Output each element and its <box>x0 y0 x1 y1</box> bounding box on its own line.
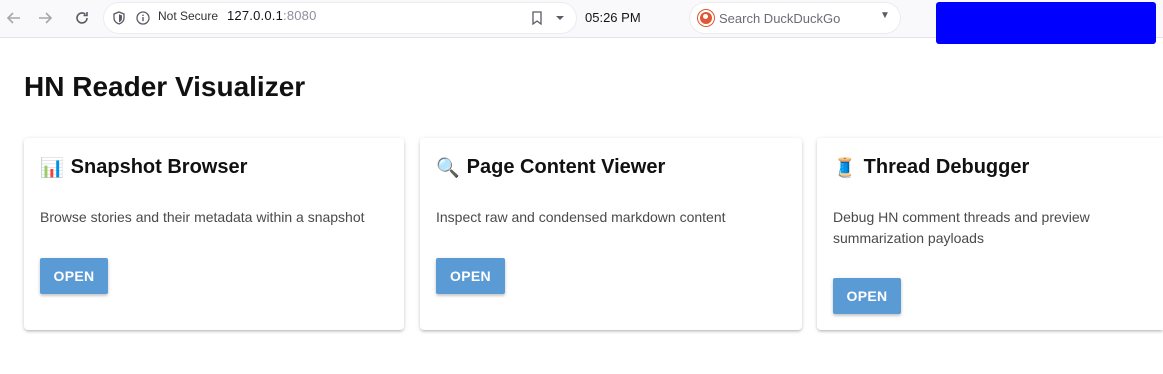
card-description: Inspect raw and condensed markdown conte… <box>436 209 726 225</box>
open-thread-debugger-button[interactable]: OPEN <box>833 278 901 314</box>
magnifier-icon: 🔍 <box>436 157 460 179</box>
bar-chart-icon: 📊 <box>40 157 64 179</box>
page-title: HN Reader Visualizer <box>24 71 306 102</box>
search-placeholder: Search DuckDuckGo <box>719 11 841 26</box>
card-snapshot-browser: 📊 Snapshot Browser Browse stories and th… <box>24 138 404 330</box>
card-thread-debugger: 🧵 Thread Debugger Debug HN comment threa… <box>817 138 1163 330</box>
thread-spool-icon: 🧵 <box>833 157 857 179</box>
card-title-text: Page Content Viewer <box>466 156 666 178</box>
card-description: Debug HN comment threads and preview sum… <box>833 209 1090 246</box>
back-arrow-icon[interactable] <box>2 6 26 30</box>
browser-toolbar: Not Secure 127.0.0.1:8080 05:26 PM Searc… <box>0 0 1163 44</box>
not-secure-label: Not Secure <box>158 9 219 23</box>
blue-overlay-block <box>936 2 1156 44</box>
card-title-text: Thread Debugger <box>863 156 1030 178</box>
card-title-text: Snapshot Browser <box>70 156 248 178</box>
open-snapshot-browser-button[interactable]: OPEN <box>40 258 108 294</box>
search-bar[interactable]: Search DuckDuckGo ▼ <box>690 3 900 33</box>
reload-icon[interactable] <box>70 6 94 30</box>
tracking-shield-icon[interactable] <box>111 10 127 26</box>
card-page-content-viewer: 🔍 Page Content Viewer Inspect raw and co… <box>420 138 802 330</box>
site-info-icon[interactable] <box>135 10 151 26</box>
url-host: 127.0.0.1 <box>227 8 284 23</box>
card-description: Browse stories and their metadata within… <box>40 209 365 225</box>
open-page-content-viewer-button[interactable]: OPEN <box>436 258 505 294</box>
chevron-down-icon[interactable] <box>552 10 568 26</box>
bookmark-icon[interactable] <box>529 10 545 26</box>
card-title: 📊 Snapshot Browser <box>40 156 247 179</box>
search-engine-dropdown-icon[interactable]: ▼ <box>880 10 890 21</box>
clock: 05:26 PM <box>585 10 641 25</box>
card-title: 🔍 Page Content Viewer <box>436 156 665 179</box>
forward-arrow-icon[interactable] <box>33 6 57 30</box>
card-title: 🧵 Thread Debugger <box>833 156 1029 179</box>
url-text[interactable]: 127.0.0.1:8080 <box>227 8 317 23</box>
duckduckgo-icon <box>698 10 714 26</box>
url-port: :8080 <box>283 8 317 23</box>
